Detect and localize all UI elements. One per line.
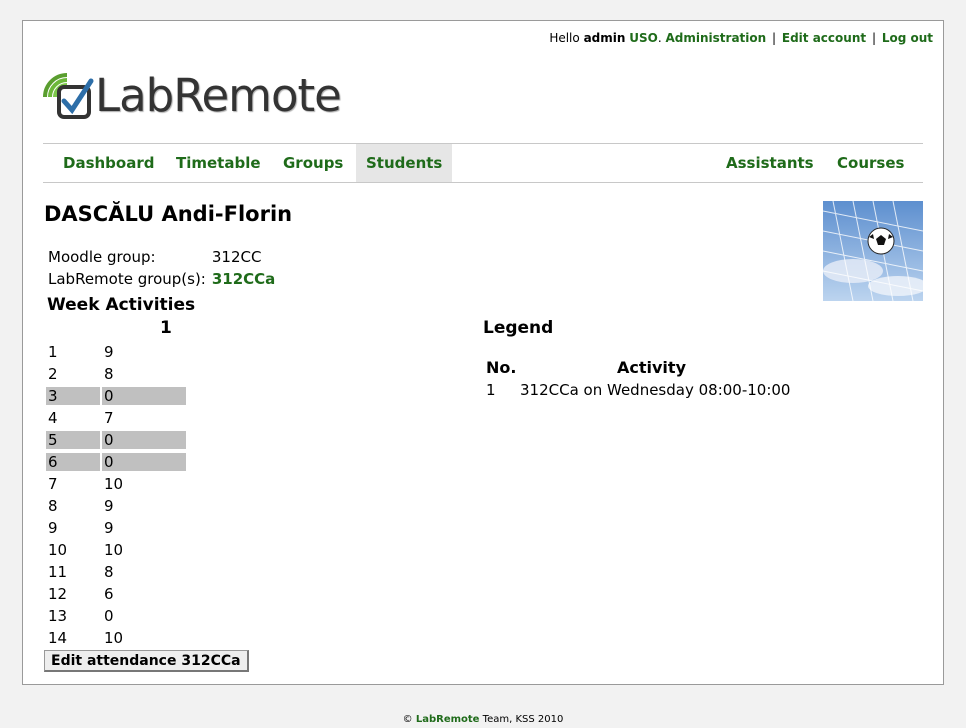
student-info: Moodle group: 312CC LabRemote group(s): … <box>44 245 279 291</box>
user-bar: Hello admin USO. Administration | Edit a… <box>549 31 933 45</box>
nav-dashboard[interactable]: Dashboard <box>53 144 164 182</box>
nav-assistants[interactable]: Assistants <box>716 144 824 182</box>
nav-students[interactable]: Students <box>356 144 453 182</box>
edit-attendance-button[interactable]: Edit attendance 312CCa <box>44 650 249 672</box>
legend-no-header: No. <box>486 358 517 377</box>
activity-score: 9 <box>104 519 114 537</box>
week-number: 3 <box>46 387 100 405</box>
nav-timetable[interactable]: Timetable <box>166 144 271 182</box>
attendance-row: 50 <box>46 431 186 449</box>
attendance-row: 14 10 <box>46 629 186 647</box>
edit-account-link[interactable]: Edit account <box>782 31 866 45</box>
moodle-group-label: Moodle group: <box>48 248 156 266</box>
footer-brand-link[interactable]: LabRemote <box>416 714 480 725</box>
nav-courses[interactable]: Courses <box>827 144 914 182</box>
activity-number-header: 1 <box>160 318 172 338</box>
attendance-row: 47 <box>46 409 186 427</box>
page-container: Hello admin USO. Administration | Edit a… <box>22 20 944 685</box>
labremote-group-label: LabRemote group(s): <box>48 270 206 288</box>
attendance-table: 1 9 2 8 3 0 4 7 5 0 6 0 7 10 8 9 9 9 10 10 11 8 12 6 13 0 14 10 <box>44 339 188 651</box>
activity-score: 9 <box>104 497 114 515</box>
attendance-row: 19 <box>46 343 186 361</box>
week-number: 9 <box>48 519 58 537</box>
attendance-row: 7 10 <box>46 475 186 493</box>
week-number: 14 <box>48 629 68 647</box>
activity-score: 7 <box>104 409 114 427</box>
attendance-row: 13 0 <box>46 607 186 625</box>
activity-score: 0 <box>104 607 114 625</box>
attendance-row: 30 <box>46 387 186 405</box>
activity-score: 10 <box>104 541 124 559</box>
week-number: 6 <box>46 453 100 471</box>
student-name: DASCĂLU Andi-Florin <box>44 202 293 226</box>
attendance-row: 89 <box>46 497 186 515</box>
moodle-group-value: 312CC <box>211 248 262 266</box>
footer: © LabRemote Team, KSS 2010 <box>0 714 966 725</box>
week-number: 4 <box>48 409 58 427</box>
legend-item-no: 1 <box>486 381 496 399</box>
administration-link[interactable]: Administration <box>666 31 767 45</box>
labremote-logo[interactable]: LabRemote <box>39 67 342 123</box>
activity-score: 0 <box>102 387 186 405</box>
student-avatar <box>823 201 923 301</box>
attendance-row: 10 10 <box>46 541 186 559</box>
activities-column-header: Activities <box>105 295 196 315</box>
activity-score: 10 <box>104 475 124 493</box>
activity-score: 0 <box>102 453 186 471</box>
nav-groups[interactable]: Groups <box>273 144 353 182</box>
copyright-symbol: © <box>402 714 413 725</box>
week-number: 1 <box>48 343 58 361</box>
username: admin <box>583 31 626 45</box>
week-number: 8 <box>48 497 58 515</box>
attendance-header: Week Activities <box>47 295 195 315</box>
activity-score: 0 <box>102 431 186 449</box>
footer-text: Team, KSS 2010 <box>482 714 564 725</box>
week-number: 13 <box>48 607 68 625</box>
attendance-row: 99 <box>46 519 186 537</box>
week-column-header: Week <box>47 295 100 315</box>
activity-score: 8 <box>104 365 114 383</box>
labremote-group-link[interactable]: 312CCa <box>212 270 275 288</box>
logo-text: LabRemote <box>95 69 342 122</box>
activity-score: 8 <box>104 563 114 581</box>
legend-activity-header: Activity <box>617 358 686 377</box>
week-number: 7 <box>48 475 58 493</box>
week-number: 2 <box>48 365 58 383</box>
attendance-row: 60 <box>46 453 186 471</box>
activity-score: 10 <box>104 629 124 647</box>
attendance-row: 12 6 <box>46 585 186 603</box>
main-nav: Dashboard Timetable Groups Students Assi… <box>43 143 923 183</box>
hello-text: Hello <box>549 31 580 45</box>
logout-link[interactable]: Log out <box>882 31 933 45</box>
week-number: 11 <box>48 563 68 581</box>
signal-checkbox-icon <box>43 73 94 119</box>
week-number: 10 <box>48 541 68 559</box>
activity-score: 6 <box>104 585 114 603</box>
activity-score: 9 <box>104 343 114 361</box>
week-number: 12 <box>48 585 68 603</box>
legend-item-activity: 312CCa on Wednesday 08:00-10:00 <box>520 381 791 399</box>
group-link[interactable]: USO <box>629 31 658 45</box>
legend-title: Legend <box>483 318 554 338</box>
attendance-row: 11 8 <box>46 563 186 581</box>
attendance-row: 28 <box>46 365 186 383</box>
week-number: 5 <box>46 431 100 449</box>
